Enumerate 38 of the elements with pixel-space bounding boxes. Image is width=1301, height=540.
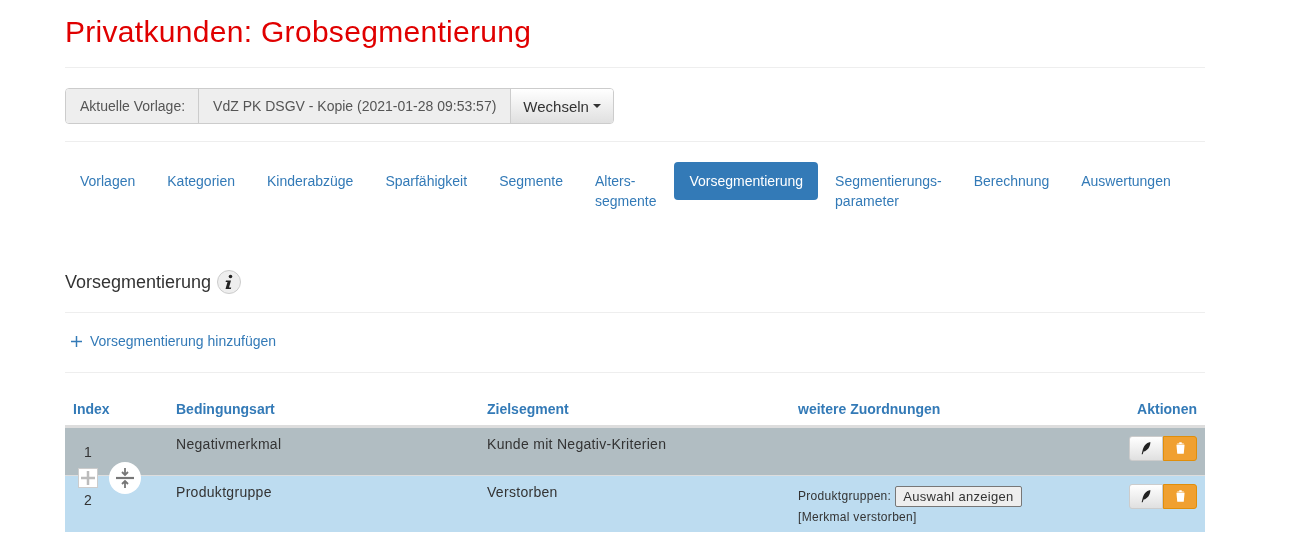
column-header: Bedingungsart: [175, 400, 276, 417]
column-header: Index: [72, 400, 111, 417]
add-link[interactable]: Vorsegmentierung hinzufügen: [71, 333, 277, 349]
info-icon[interactable]: [217, 270, 242, 294]
plus-icon: [71, 335, 82, 347]
nav-tab[interactable]: Berechnung: [958, 162, 1065, 200]
nav-tab[interactable]: Kinderabzüge: [252, 162, 369, 200]
table-cell-text: 1: [83, 442, 94, 462]
nav-tab[interactable]: Vorsegmentierung: [674, 162, 819, 200]
feather-icon: [1139, 441, 1153, 455]
extra-note: [Merkmal verstorben]: [798, 509, 918, 524]
table-cell-text: Verstorben: [486, 483, 559, 502]
template-label: Aktuelle Vorlage:: [66, 89, 200, 123]
switch-button[interactable]: Wechseln: [511, 89, 613, 123]
caret-icon: [592, 104, 601, 108]
table-cell-text: Negativmerkmal: [175, 435, 283, 454]
column-header: Zielsegment: [486, 400, 570, 417]
table-cell-text: Kunde mit Negativ-Kriterien: [486, 435, 668, 454]
merge-icon[interactable]: [108, 460, 142, 495]
edit-button[interactable]: [1129, 435, 1163, 461]
section-heading: Vorsegmentierung: [65, 271, 212, 293]
nav-tab[interactable]: Auswertungen: [1066, 162, 1186, 200]
nav-tab[interactable]: Segmentierungs- parameter: [820, 162, 957, 220]
table-cell-text: 2: [83, 490, 94, 510]
nav-tab[interactable]: Segmente: [484, 162, 578, 200]
feather-icon: [1139, 489, 1153, 503]
column-header: Aktionen: [1136, 400, 1198, 417]
nav-tab[interactable]: Kategorien: [152, 162, 250, 200]
extra-label: Produktgruppen:: [798, 489, 892, 503]
template-value: VdZ PK DSGV - Kopie (2021-01-28 09:53:57): [199, 89, 512, 123]
edit-button[interactable]: [1129, 483, 1163, 509]
nav-tab[interactable]: Vorlagen: [65, 162, 151, 200]
page-title: Privatkunden: Grobsegmentierung: [65, 14, 533, 50]
nav-tab[interactable]: Sparfähigkeit: [370, 162, 483, 200]
show-selection-button[interactable]: Auswahl anzeigen: [895, 485, 1022, 507]
table-cell-text: Produktgruppe: [175, 483, 273, 502]
nav-tab[interactable]: Alters- segmente: [579, 162, 673, 220]
column-header: weitere Zuordnungen: [797, 400, 942, 417]
